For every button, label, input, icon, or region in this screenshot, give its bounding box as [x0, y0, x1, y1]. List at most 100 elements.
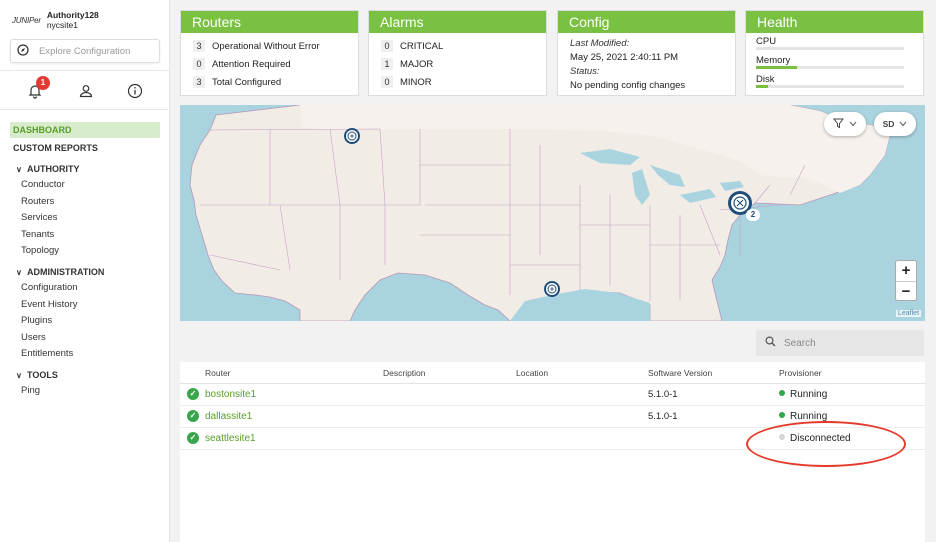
map-zoom-control: + −: [895, 260, 917, 301]
config-card: Config Last Modified: May 25, 2021 2:40:…: [557, 10, 736, 96]
column-header-location[interactable]: Location: [516, 368, 548, 378]
routers-row: 0 Attention Required: [181, 55, 358, 73]
router-link[interactable]: dallassite1: [205, 411, 252, 422]
sidebar-item-services[interactable]: Services: [0, 210, 170, 227]
sidebar-nav: DASHBOARD CUSTOM REPORTS ∨ AUTHORITY Cond…: [0, 120, 170, 400]
sidebar-item-entitlements[interactable]: Entitlements: [0, 346, 170, 363]
status-label: Status:: [570, 66, 600, 77]
provisioner-status: Running: [779, 389, 827, 400]
check-circle-icon: ✓: [187, 410, 199, 422]
routers-row: 3 Total Configured: [181, 73, 358, 91]
health-card-title: Health: [746, 11, 923, 33]
routers-card: Routers 3 Operational Without Error 0 Atte…: [180, 10, 359, 96]
brand-subtitle: nycsite1: [46, 20, 79, 30]
routers-table: Router Description Location Software Ver…: [180, 362, 925, 542]
alarms-card: Alarms 0 CRITICAL 1 MAJOR 0 MINOR: [368, 10, 547, 96]
sidebar-item-tenants[interactable]: Tenants: [0, 227, 170, 244]
health-metric-fill: [756, 85, 768, 88]
chevron-down-icon: ∨: [16, 164, 22, 174]
sidebar-item-topology[interactable]: Topology: [0, 243, 170, 260]
chevron-down-icon: [899, 119, 907, 129]
us-map: [189, 105, 891, 321]
health-metric-label: Disk: [756, 74, 775, 85]
column-header-provisioner[interactable]: Provisioner: [779, 368, 822, 378]
cluster-count-badge: 2: [746, 209, 760, 221]
health-card: Health CPU Memory Disk: [745, 10, 924, 96]
router-link[interactable]: bostonsite1: [205, 389, 256, 400]
count-badge: 1: [381, 58, 393, 70]
explore-placeholder: Explore Configuration: [39, 45, 131, 57]
health-metric-bar: [756, 85, 904, 88]
status-text: Running: [790, 389, 828, 400]
sidebar-item-users[interactable]: Users: [0, 330, 170, 347]
search-placeholder: Search: [784, 337, 816, 349]
provisioner-status: Running: [779, 411, 827, 422]
last-modified-label: Last Modified:: [570, 38, 630, 49]
check-circle-icon: ✓: [187, 388, 199, 400]
sidebar-item-ping[interactable]: Ping: [0, 383, 170, 400]
status-dot: [779, 390, 785, 396]
chevron-down-icon: [849, 119, 857, 129]
health-metric-label: CPU: [756, 36, 777, 47]
alarms-row: 0 CRITICAL: [369, 37, 546, 55]
search-icon: [765, 336, 776, 350]
info-icon[interactable]: [126, 82, 144, 100]
brand-title: Authority128: [46, 10, 99, 20]
sidebar-item-routers[interactable]: Routers: [0, 194, 170, 211]
health-metrics: CPU Memory Disk: [746, 33, 923, 88]
compass-icon: [17, 43, 29, 59]
count-badge: 0: [381, 40, 393, 52]
chevron-down-icon: ∨: [16, 370, 22, 380]
zoom-in-button[interactable]: +: [896, 261, 916, 281]
sidebar-section-tools[interactable]: ∨ TOOLS: [0, 367, 170, 384]
table-row[interactable]: ✓ seattlesite1 Disconnected: [180, 428, 925, 450]
column-header-software-version[interactable]: Software Version: [648, 368, 712, 378]
column-header-description[interactable]: Description: [383, 368, 426, 378]
map-marker-dallas: [544, 281, 560, 297]
leaflet-attribution[interactable]: Leaflet: [896, 310, 922, 317]
sidebar-section-administration[interactable]: ∨ ADMINISTRATION: [0, 264, 170, 281]
user-icon[interactable]: [77, 82, 95, 100]
explore-configuration-input[interactable]: Explore Configuration: [10, 39, 160, 63]
count-badge: 3: [193, 76, 205, 88]
alarms-row: 1 MAJOR: [369, 55, 546, 73]
map-size-button[interactable]: SD: [874, 112, 916, 136]
table-row[interactable]: ✓ bostonsite1 5.1.0-1 Running: [180, 384, 925, 406]
column-header-router[interactable]: Router: [205, 368, 231, 378]
notification-badge: 1: [36, 76, 50, 90]
sidebar-item-configuration[interactable]: Configuration: [0, 280, 170, 297]
sidebar-item-conductor[interactable]: Conductor: [0, 177, 170, 194]
section-label: TOOLS: [27, 369, 58, 380]
size-label: SD: [882, 119, 895, 129]
router-link[interactable]: seattlesite1: [205, 433, 256, 444]
row-label: Total Configured: [212, 76, 282, 88]
table-header: Router Description Location Software Ver…: [180, 362, 925, 384]
software-version: 5.1.0-1: [648, 411, 678, 422]
sidebar-section-authority[interactable]: ∨ AUTHORITY: [0, 161, 170, 178]
section-label: ADMINISTRATION: [27, 266, 105, 277]
brand-text: Authority128 nycsite1: [47, 10, 99, 30]
table-row[interactable]: ✓ dallassite1 5.1.0-1 Running: [180, 406, 925, 428]
router-map[interactable]: 2: [180, 105, 925, 321]
map-filter-button[interactable]: [824, 112, 866, 136]
row-label: Attention Required: [212, 58, 291, 70]
section-label: AUTHORITY: [27, 163, 80, 174]
sidebar-item-custom-reports[interactable]: CUSTOM REPORTS: [0, 140, 170, 157]
row-label: MAJOR: [400, 58, 434, 70]
status-value: No pending config changes: [570, 80, 686, 91]
sidebar-item-dashboard[interactable]: DASHBOARD: [10, 122, 160, 138]
health-metric-label: Memory: [756, 55, 791, 66]
routers-card-title: Routers: [181, 11, 358, 33]
status-text: Running: [790, 411, 828, 422]
sidebar-item-event-history[interactable]: Event History: [0, 297, 170, 314]
zoom-out-button[interactable]: −: [896, 281, 916, 301]
status-dot: [779, 412, 785, 418]
sidebar-item-plugins[interactable]: Plugins: [0, 313, 170, 330]
brand: JUNIPer Authority128 nycsite1: [12, 10, 99, 30]
status-text: Disconnected: [790, 433, 851, 444]
toolbar: [0, 70, 170, 110]
alarms-card-title: Alarms: [369, 11, 546, 33]
router-search-input[interactable]: Search: [756, 330, 924, 356]
alarms-row: 0 MINOR: [369, 73, 546, 91]
status-dot: [779, 434, 785, 440]
